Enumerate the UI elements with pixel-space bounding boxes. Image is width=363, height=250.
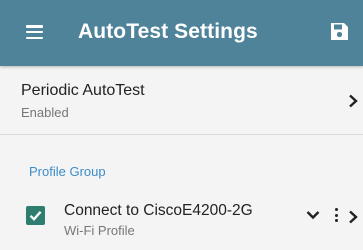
chevron-right-icon [349, 94, 358, 108]
save-icon[interactable] [330, 22, 350, 42]
periodic-autotest-label: Periodic AutoTest [21, 82, 145, 99]
periodic-autotest-status: Enabled [21, 105, 69, 120]
profile-group-header: Profile Group [29, 164, 106, 179]
profile-name: Connect to CiscoE4200-2G [64, 202, 253, 219]
profile-checkbox[interactable] [26, 206, 45, 225]
profile-type: Wi-Fi Profile [64, 223, 135, 238]
chevron-right-icon[interactable] [348, 210, 358, 224]
more-vertical-icon[interactable] [333, 208, 339, 224]
hamburger-menu-icon[interactable] [26, 25, 43, 39]
periodic-autotest-row[interactable]: Periodic AutoTest Enabled [0, 66, 363, 135]
chevron-down-icon[interactable] [306, 210, 320, 220]
profile-row[interactable]: Connect to CiscoE4200-2G Wi-Fi Profile [0, 190, 363, 250]
app-bar: AutoTest Settings [0, 0, 363, 66]
page-title: AutoTest Settings [78, 20, 258, 43]
